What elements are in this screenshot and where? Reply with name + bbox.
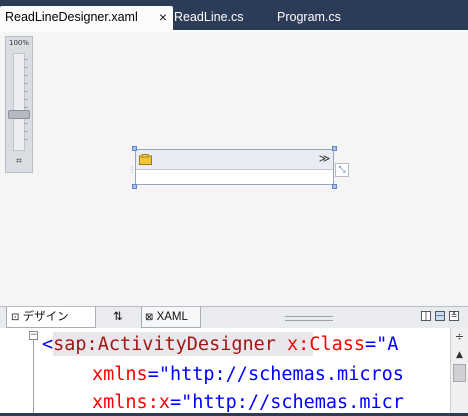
zoom-tick	[24, 67, 28, 68]
document-tab-strip: ReadLineDesigner.xaml × ReadLine.cs Prog…	[0, 0, 468, 30]
activity-icon	[139, 154, 152, 165]
tab-xaml-label: XAML	[156, 311, 188, 323]
attr-name: xmlns	[92, 364, 148, 385]
tab-label: ReadLineDesigner.xaml	[5, 10, 138, 24]
selection-handle[interactable]	[332, 184, 337, 189]
collapse-pane-button[interactable]: ≚	[449, 311, 459, 321]
code-line-1[interactable]: <sap:ActivityDesigner x:Class="A	[42, 332, 398, 358]
tag-name: sap:ActivityDesigner	[53, 334, 276, 355]
activity-header[interactable]: ≫	[136, 150, 333, 170]
editor-margin	[0, 328, 40, 413]
zoom-tick	[24, 107, 28, 108]
attr-eq: =	[147, 364, 159, 385]
zoom-slider-thumb[interactable]	[8, 110, 30, 119]
attr-value: "http://schemas.micr	[181, 392, 404, 413]
view-tab-bar: ⊡ デザイン ⇅ ⊠ XAML | — ≚	[0, 306, 468, 328]
tag-bracket: <	[42, 334, 54, 355]
scroll-up-icon[interactable]: ▲	[452, 348, 467, 362]
fit-to-screen-icon[interactable]: ⌗	[12, 156, 26, 168]
xaml-editor[interactable]: − <sap:ActivityDesigner x:Class="A xmlns…	[0, 328, 468, 413]
zoom-tick	[24, 139, 28, 140]
tab-xaml[interactable]: ⊠ XAML	[141, 307, 201, 328]
selection-handle[interactable]	[132, 146, 137, 151]
activity-designer[interactable]: ≫	[135, 149, 334, 185]
zoom-tick	[24, 91, 28, 92]
code-line-3[interactable]: xmlns:x="http://schemas.micr	[92, 390, 404, 416]
tab-design[interactable]: ⊡ デザイン	[6, 307, 96, 328]
attr-value: "A	[376, 334, 399, 355]
attr-value: "http://schemas.micros	[158, 364, 404, 385]
tab-label: Program.cs	[277, 10, 341, 24]
outline-line	[33, 340, 34, 413]
drag-grip-icon[interactable]: ⋮	[128, 165, 136, 174]
attr-eq: =	[365, 334, 377, 355]
outline-collapse-icon[interactable]: −	[29, 331, 38, 340]
attr-name: x:Class	[287, 334, 366, 355]
zoom-tick	[24, 131, 28, 132]
vertical-split-button[interactable]: |	[421, 311, 431, 321]
split-editor-icon[interactable]: ÷	[452, 330, 467, 344]
tab-readlinedesigner-xaml[interactable]: ReadLineDesigner.xaml ×	[0, 6, 173, 30]
attr-eq: =	[169, 392, 182, 413]
tab-design-label: デザイン	[22, 311, 69, 323]
zoom-tick	[24, 123, 28, 124]
code-line-2[interactable]: xmlns="http://schemas.micros	[92, 362, 404, 388]
zoom-level-label: 100%	[8, 39, 29, 47]
horizontal-split-button[interactable]: —	[435, 311, 445, 321]
tab-program-cs[interactable]: Program.cs	[272, 6, 367, 30]
swap-panes-button[interactable]: ⇅	[100, 307, 136, 328]
expand-icon[interactable]: ⤡	[335, 163, 349, 177]
design-view-icon: ⊡	[11, 312, 20, 323]
zoom-tick	[24, 75, 28, 76]
tab-readline-cs[interactable]: ReadLine.cs	[169, 6, 264, 30]
scrollbar-thumb[interactable]	[453, 364, 466, 382]
splitter-grip[interactable]	[285, 316, 333, 321]
selection-handle[interactable]	[332, 146, 337, 151]
editor-vertical-scrollbar[interactable]: ÷ ▲	[450, 328, 468, 413]
xaml-view-icon: ⊠	[145, 312, 154, 323]
attr-name: xmlns:x	[92, 392, 170, 413]
zoom-panel: 100% ⌗	[5, 36, 33, 173]
close-tab-icon[interactable]: ×	[159, 6, 167, 28]
zoom-tick	[24, 83, 28, 84]
tab-label: ReadLine.cs	[174, 10, 244, 24]
collapse-icon[interactable]: ≫	[318, 152, 331, 166]
selection-handle[interactable]	[132, 184, 137, 189]
zoom-tick	[24, 59, 28, 60]
zoom-tick	[24, 99, 28, 100]
